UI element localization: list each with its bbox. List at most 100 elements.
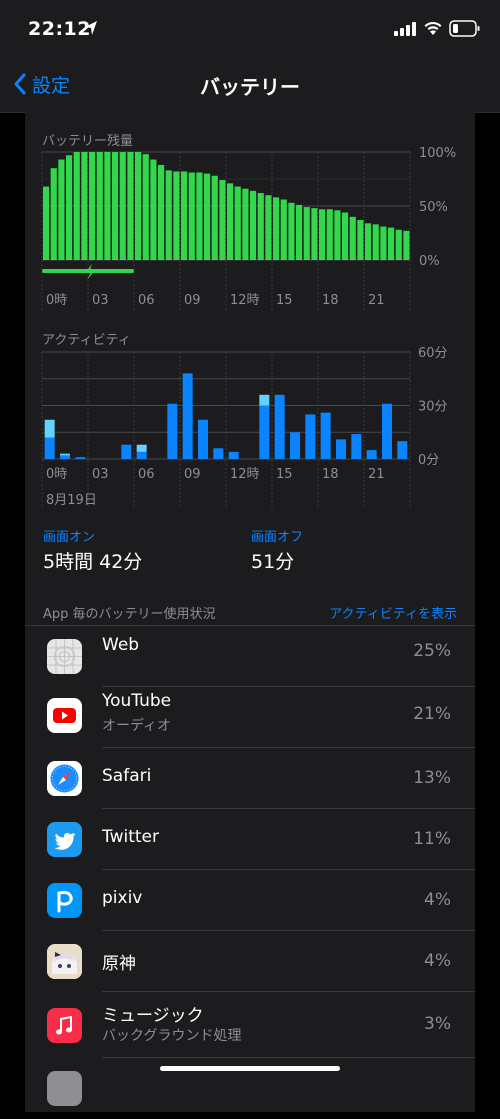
app-name: Twitter [102, 827, 159, 847]
screen-off-value: 51分 [251, 551, 295, 573]
battery-bar [96, 152, 103, 260]
battery-bar [296, 204, 303, 260]
cellular-signal-icon [394, 22, 416, 36]
web-icon [47, 639, 82, 674]
app-name: Safari [102, 766, 152, 786]
battery-bar [311, 208, 318, 260]
home-indicator [160, 1066, 340, 1071]
screen-on-bar [382, 403, 392, 459]
x-tick-label: 15 [276, 467, 293, 482]
screen-on-bar [320, 412, 331, 459]
screen-on-bar [167, 403, 178, 459]
app-row-web[interactable]: Web 25% [25, 626, 475, 687]
x-tick-label: 09 [184, 467, 201, 482]
x-tick-label: 18 [322, 293, 339, 308]
battery-bar [127, 152, 134, 260]
date-label: 8月19日 [46, 493, 97, 508]
app-percent: 3% [424, 1014, 451, 1034]
battery-bar [173, 171, 180, 260]
battery-bar [43, 186, 50, 260]
screen-on-bar [274, 394, 285, 459]
x-tick-label: 09 [184, 293, 201, 308]
y-tick-label: 60分 [418, 346, 448, 361]
battery-bar [50, 168, 57, 260]
genshin-icon [47, 944, 82, 979]
app-name: 原神 [102, 954, 136, 974]
battery-bar [112, 152, 119, 260]
battery-bar [66, 155, 73, 260]
wifi-icon [424, 21, 442, 35]
screen-on-bar [75, 457, 86, 459]
battery-bar [242, 188, 249, 260]
x-tick-label: 0時 [46, 467, 67, 482]
battery-bar [280, 199, 287, 260]
app-row-twitter[interactable]: Twitter 11% [25, 809, 475, 870]
app-icon [47, 1071, 82, 1106]
activity-chart[interactable]: 60分 30分 0分 0時 03 06 09 12時 15 18 21 [25, 312, 475, 512]
battery-bar [288, 202, 295, 260]
x-tick-label: 15 [276, 293, 293, 308]
y-tick-label: 0% [419, 254, 440, 269]
screen-on-label: 画面オン [43, 530, 96, 545]
app-percent: 4% [424, 890, 451, 910]
battery-bar [165, 170, 172, 260]
app-percent: 13% [413, 768, 451, 788]
app-row-music[interactable]: ミュージック バックグラウンド処理 3% [25, 992, 475, 1058]
screen-on-bar [290, 432, 300, 459]
pixiv-icon [47, 883, 82, 918]
twitter-icon [47, 822, 82, 857]
x-tick-label: 0時 [46, 293, 67, 308]
battery-bar [81, 152, 88, 260]
battery-icon [449, 20, 480, 37]
battery-bar [273, 197, 280, 260]
screen-off-bar [44, 419, 55, 438]
y-tick-label: 30分 [418, 400, 448, 415]
x-tick-label: 03 [92, 293, 109, 308]
battery-bar [196, 172, 203, 260]
x-tick-label: 18 [322, 467, 339, 482]
x-tick-label: 03 [92, 467, 109, 482]
app-row-safari[interactable]: Safari 13% [25, 748, 475, 809]
battery-bar [204, 173, 211, 260]
show-activity-link[interactable]: アクティビティを表示 [329, 603, 457, 622]
x-tick-label: 06 [138, 467, 155, 482]
app-row-genshin[interactable]: 原神 4% [25, 931, 475, 992]
battery-bar [188, 172, 195, 260]
page-title: バッテリー [200, 75, 300, 99]
battery-level-chart[interactable]: 100% 50% 0% 0時 03 06 09 12時 15 18 21 [25, 112, 475, 312]
battery-bar [250, 190, 257, 260]
battery-bar [211, 175, 218, 260]
battery-content: バッテリー残量 100% 50% 0% 0時 03 06 09 12時 15 18 21 アクティビ… [25, 112, 475, 1112]
screen-on-bar [60, 455, 70, 459]
app-row-pixiv[interactable]: pixiv 4% [25, 870, 475, 931]
battery-bar [58, 159, 65, 260]
battery-bar [142, 154, 149, 260]
battery-bar [365, 223, 372, 260]
navigation-bar: 設定 バッテリー [0, 58, 500, 113]
status-time: 22:12 [28, 18, 91, 40]
battery-bar [403, 230, 410, 260]
app-percent: 11% [413, 829, 451, 849]
music-icon [47, 1008, 82, 1043]
screen-on-bar [44, 437, 55, 459]
app-row-youtube[interactable]: YouTube オーディオ 21% [25, 682, 475, 748]
x-tick-label: 12時 [230, 467, 260, 482]
usage-header: App 毎のバッテリー使用状況 [43, 607, 216, 622]
battery-bar [257, 193, 264, 260]
screen-off-bar [60, 453, 70, 456]
screen-on-bar [336, 439, 346, 459]
app-percent: 25% [413, 641, 451, 661]
battery-bar [395, 229, 402, 260]
x-tick-label: 21 [368, 293, 385, 308]
battery-bar [89, 152, 96, 260]
screen-on-bar [397, 441, 408, 459]
screen-on-bar [182, 373, 193, 459]
battery-bar [349, 216, 356, 260]
battery-bar [319, 209, 326, 260]
battery-bar [234, 186, 241, 260]
status-bar: 22:12 [0, 0, 500, 58]
app-subtitle: オーディオ [102, 718, 172, 734]
battery-bar [227, 183, 234, 260]
battery-bar [181, 171, 188, 260]
screen-on-bar [351, 434, 362, 459]
